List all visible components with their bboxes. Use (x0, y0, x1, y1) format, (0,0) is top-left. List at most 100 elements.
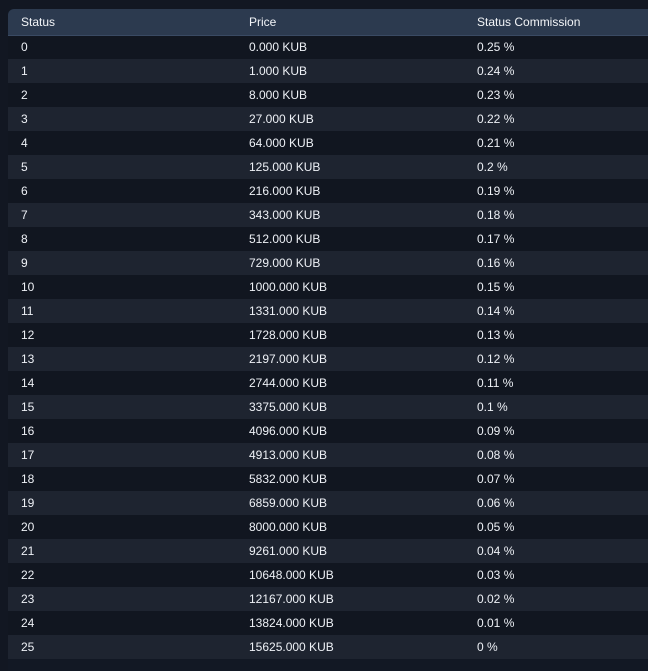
status-cell: 9 (21, 256, 28, 270)
price-cell: 2744.000 KUB (249, 376, 328, 390)
commission-cell: 0.19 % (477, 184, 515, 198)
status-cell: 1 (21, 64, 28, 78)
commission-cell: 0.17 % (477, 232, 515, 246)
price-cell: 15625.000 KUB (249, 640, 334, 654)
price-cell: 13824.000 KUB (249, 616, 334, 630)
status-cell: 19 (21, 496, 35, 510)
status-commission-table: Status Price Status Commission 0 0.000 KU… (8, 9, 648, 659)
commission-cell: 0.24 % (477, 64, 515, 78)
status-cell: 11 (21, 304, 34, 318)
status-cell: 8 (21, 232, 28, 246)
status-cell: 6 (21, 184, 28, 198)
commission-cell: 0.11 % (477, 376, 514, 390)
commission-cell: 0.2 % (477, 160, 508, 174)
status-cell: 21 (21, 544, 35, 558)
price-cell: 512.000 KUB (249, 232, 321, 246)
commission-cell: 0.09 % (477, 424, 515, 438)
status-table-panel: Status Price Status Commission 0 0.000 KU… (8, 9, 648, 671)
table-row: 11 1331.000 KUB 0.14 % (8, 299, 648, 323)
commission-cell: 0.07 % (477, 472, 515, 486)
status-cell: 12 (21, 328, 35, 342)
table-row: 5 125.000 KUB 0.2 % (8, 155, 648, 179)
table-body: 0 0.000 KUB 0.25 % 1 1.000 KUB 0.24 % 2 8.000 K… (8, 35, 648, 659)
table-header: Status Price Status Commission (8, 9, 648, 36)
commission-cell: 0.06 % (477, 496, 515, 510)
status-cell: 2 (21, 88, 28, 102)
price-cell: 343.000 KUB (249, 208, 321, 222)
status-cell: 7 (21, 208, 28, 222)
table-row: 12 1728.000 KUB 0.13 % (8, 323, 648, 347)
table-row: 4 64.000 KUB 0.21 % (8, 131, 648, 155)
price-cell: 1000.000 KUB (249, 280, 328, 294)
table-row: 7 343.000 KUB 0.18 % (8, 203, 648, 227)
commission-cell: 0.12 % (477, 352, 515, 366)
commission-cell: 0.15 % (477, 280, 515, 294)
table-header-row: Status Price Status Commission (8, 9, 648, 36)
table-row: 17 4913.000 KUB 0.08 % (8, 443, 648, 467)
commission-cell: 0.23 % (477, 88, 515, 102)
price-cell: 1331.000 KUB (249, 304, 328, 318)
price-cell: 10648.000 KUB (249, 568, 334, 582)
table-row: 22 10648.000 KUB 0.03 % (8, 563, 648, 587)
status-cell: 16 (21, 424, 35, 438)
column-header-price: Price (236, 9, 464, 36)
commission-cell: 0.25 % (477, 40, 515, 55)
status-cell: 25 (21, 640, 35, 654)
commission-cell: 0 % (477, 640, 498, 654)
status-cell: 20 (21, 520, 35, 534)
price-cell: 4096.000 KUB (249, 424, 328, 438)
price-cell: 8000.000 KUB (249, 520, 328, 534)
price-cell: 216.000 KUB (249, 184, 321, 198)
price-cell: 12167.000 KUB (249, 592, 334, 606)
commission-cell: 0.22 % (477, 112, 515, 126)
commission-cell: 0.18 % (477, 208, 515, 222)
table-row: 2 8.000 KUB 0.23 % (8, 83, 648, 107)
price-cell: 3375.000 KUB (249, 400, 328, 414)
status-cell: 3 (21, 112, 28, 126)
status-cell: 13 (21, 352, 35, 366)
commission-cell: 0.16 % (477, 256, 515, 270)
table-row: 6 216.000 KUB 0.19 % (8, 179, 648, 203)
table-row: 3 27.000 KUB 0.22 % (8, 107, 648, 131)
table-row: 24 13824.000 KUB 0.01 % (8, 611, 648, 635)
table-row: 10 1000.000 KUB 0.15 % (8, 275, 648, 299)
commission-cell: 0.13 % (477, 328, 515, 342)
table-row: 8 512.000 KUB 0.17 % (8, 227, 648, 251)
table-row: 20 8000.000 KUB 0.05 % (8, 515, 648, 539)
status-cell: 4 (21, 136, 28, 150)
commission-cell: 0.08 % (477, 448, 515, 462)
status-cell: 5 (21, 160, 28, 174)
price-cell: 8.000 KUB (249, 88, 308, 102)
status-cell: 10 (21, 280, 35, 294)
commission-cell: 0.01 % (477, 616, 515, 630)
price-cell: 1.000 KUB (249, 64, 308, 78)
status-cell: 18 (21, 472, 35, 486)
price-cell: 64.000 KUB (249, 136, 314, 150)
table-row: 15 3375.000 KUB 0.1 % (8, 395, 648, 419)
table-row: 13 2197.000 KUB 0.12 % (8, 347, 648, 371)
price-cell: 4913.000 KUB (249, 448, 328, 462)
commission-cell: 0.14 % (477, 304, 515, 318)
table-row: 16 4096.000 KUB 0.09 % (8, 419, 648, 443)
commission-cell: 0.1 % (477, 400, 508, 414)
status-cell: 23 (21, 592, 35, 606)
commission-cell: 0.05 % (477, 520, 515, 534)
commission-cell: 0.21 % (477, 136, 515, 150)
table-row: 19 6859.000 KUB 0.06 % (8, 491, 648, 515)
commission-cell: 0.03 % (477, 568, 515, 582)
table-row: 21 9261.000 KUB 0.04 % (8, 539, 648, 563)
table-row: 9 729.000 KUB 0.16 % (8, 251, 648, 275)
status-cell: 15 (21, 400, 35, 414)
status-cell: 17 (21, 448, 35, 462)
table-row: 0 0.000 KUB 0.25 % (8, 35, 648, 59)
price-cell: 6859.000 KUB (249, 496, 328, 510)
status-cell: 22 (21, 568, 35, 582)
price-cell: 1728.000 KUB (249, 328, 328, 342)
table-row: 23 12167.000 KUB 0.02 % (8, 587, 648, 611)
price-cell: 125.000 KUB (249, 160, 321, 174)
status-cell: 14 (21, 376, 35, 390)
column-header-status-commission: Status Commission (464, 9, 648, 36)
price-cell: 2197.000 KUB (249, 352, 328, 366)
table-row: 18 5832.000 KUB 0.07 % (8, 467, 648, 491)
commission-cell: 0.04 % (477, 544, 515, 558)
